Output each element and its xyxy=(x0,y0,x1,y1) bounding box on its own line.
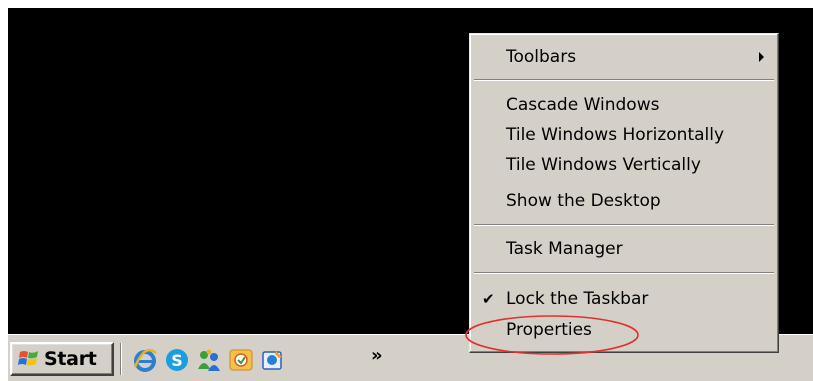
start-button[interactable]: Start xyxy=(10,342,114,376)
menu-item-tile-vertically[interactable]: Tile Windows Vertically xyxy=(470,150,776,180)
svg-text:S: S xyxy=(171,351,183,370)
taskbar-context-menu: Toolbars Cascade Windows Tile Windows Ho… xyxy=(469,33,779,353)
menu-item-show-desktop[interactable]: Show the Desktop xyxy=(470,186,776,216)
start-button-label: Start xyxy=(44,348,97,370)
taskbar-separator xyxy=(120,343,122,375)
menu-item-toolbars[interactable]: Toolbars xyxy=(470,42,776,72)
messenger-icon[interactable] xyxy=(196,347,222,373)
windows-logo-icon xyxy=(18,351,38,366)
menu-separator xyxy=(474,79,774,81)
menu-item-label: Show the Desktop xyxy=(506,191,661,211)
app-icon[interactable] xyxy=(260,347,286,373)
quick-launch-overflow-chevron[interactable]: » xyxy=(371,345,383,366)
outlook-icon[interactable] xyxy=(228,347,254,373)
skype-icon[interactable]: S xyxy=(164,347,190,373)
internet-explorer-icon[interactable] xyxy=(132,347,158,373)
menu-item-task-manager[interactable]: Task Manager xyxy=(470,234,776,264)
menu-item-label: Lock the Taskbar xyxy=(506,289,649,309)
menu-item-cascade-windows[interactable]: Cascade Windows xyxy=(470,90,776,120)
checkmark-icon: ✔ xyxy=(482,290,495,308)
menu-separator xyxy=(474,272,774,274)
menu-item-label: Tile Windows Vertically xyxy=(506,155,701,175)
menu-item-label: Task Manager xyxy=(506,239,623,259)
menu-item-label: Cascade Windows xyxy=(506,95,660,115)
menu-item-label: Toolbars xyxy=(506,47,577,67)
menu-item-tile-horizontally[interactable]: Tile Windows Horizontally xyxy=(470,120,776,150)
submenu-arrow-icon xyxy=(759,52,764,62)
menu-item-lock-taskbar[interactable]: ✔ Lock the Taskbar xyxy=(470,284,776,314)
menu-item-label: Tile Windows Horizontally xyxy=(506,125,725,145)
highlight-ellipse xyxy=(465,315,639,355)
menu-separator xyxy=(474,224,774,226)
